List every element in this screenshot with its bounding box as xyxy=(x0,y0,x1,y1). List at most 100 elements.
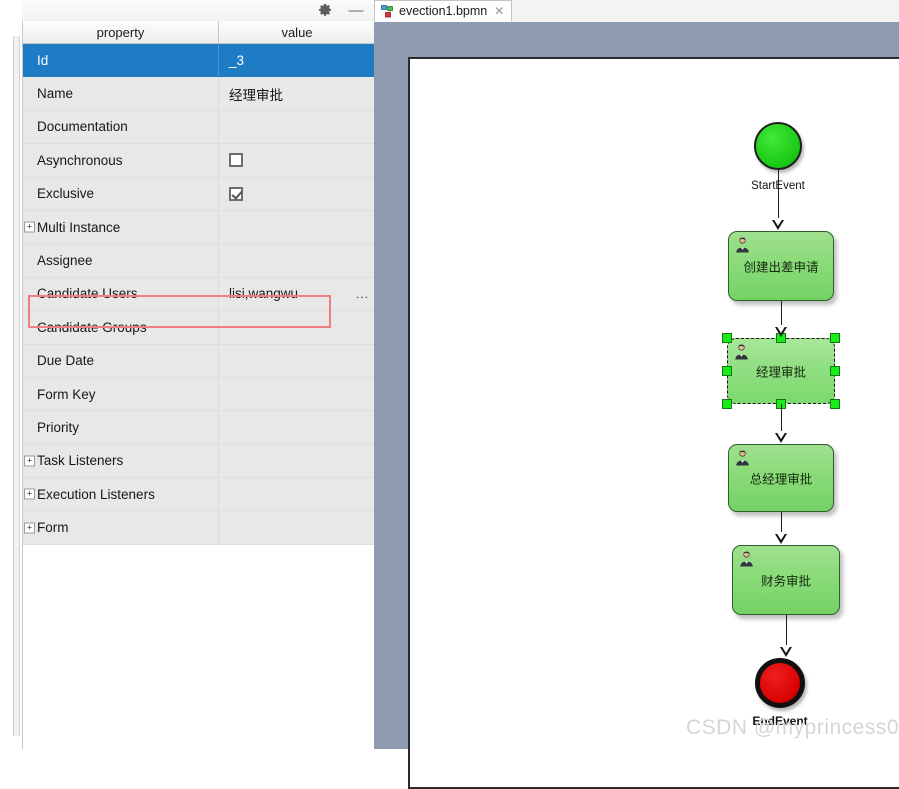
minimize-icon[interactable]: — xyxy=(348,3,364,19)
property-value[interactable] xyxy=(219,411,375,443)
tab-evection1-bpmn[interactable]: evection1.bpmn ✕ xyxy=(374,0,513,22)
expand-icon[interactable]: + xyxy=(24,488,35,500)
property-name: Documentation xyxy=(23,110,219,144)
expand-icon[interactable]: + xyxy=(24,522,35,534)
editor-area: evection1.bpmn ✕ StartEvent 创建出差申请经理审批总经理… xyxy=(374,0,899,789)
properties-view: — property value Id _3 Name 经理审批 Documentati… xyxy=(0,0,375,749)
bpmn-node-task3[interactable]: 总经理审批 xyxy=(728,444,834,512)
user-task-shape: 总经理审批 xyxy=(728,444,834,512)
tab-label: evection1.bpmn xyxy=(399,4,488,18)
bpmn-node-task2[interactable]: 经理审批 xyxy=(722,333,840,409)
property-name: Multi Instance xyxy=(23,210,219,244)
property-row-name[interactable]: Name 经理审批 xyxy=(23,77,375,111)
bpmn-diagram: StartEvent 创建出差申请经理审批总经理审批财务审批 EndEvent xyxy=(410,59,899,786)
property-value[interactable] xyxy=(219,478,375,510)
property-row-task-listeners[interactable]: + Task Listeners xyxy=(23,444,375,479)
property-row-execution-listeners[interactable]: + Execution Listeners xyxy=(23,478,375,512)
left-gutter xyxy=(0,0,23,749)
property-name: Priority xyxy=(23,411,219,444)
start-event-shape xyxy=(754,122,802,170)
selection-handle[interactable] xyxy=(722,333,732,343)
node-label: 经理审批 xyxy=(755,364,806,380)
property-name: Task Listeners xyxy=(23,444,219,478)
expand-icon[interactable]: + xyxy=(24,455,35,467)
properties-grid: property value Id _3 Name 经理审批 Documentation… xyxy=(22,21,375,749)
property-value[interactable]: _3 xyxy=(219,44,375,76)
arrow-head-icon xyxy=(775,431,787,443)
property-value[interactable] xyxy=(219,144,375,176)
property-name: Candidate Groups xyxy=(23,311,219,344)
bpmn-node-task4[interactable]: 财务审批 xyxy=(732,545,840,615)
arrow-head-icon xyxy=(775,532,787,544)
checkbox-checked-icon[interactable] xyxy=(229,186,243,201)
property-value[interactable] xyxy=(219,511,375,543)
properties-toolbar: — xyxy=(22,0,374,22)
watermark: CSDN @myprincess003 xyxy=(686,716,899,739)
selection-handle[interactable] xyxy=(722,399,732,409)
property-row-form[interactable]: + Form xyxy=(23,511,375,545)
arrow-head-icon xyxy=(775,325,787,337)
property-row-due-date[interactable]: Due Date xyxy=(23,344,375,378)
property-value[interactable] xyxy=(219,178,375,210)
arrow-head-icon xyxy=(772,218,784,230)
property-value[interactable] xyxy=(219,311,375,343)
property-row-asynchronous[interactable]: Asynchronous xyxy=(23,144,375,178)
property-name: Form Key xyxy=(23,377,219,411)
expand-icon[interactable]: + xyxy=(24,221,35,233)
selection-handle[interactable] xyxy=(830,366,840,376)
selection-handle[interactable] xyxy=(830,399,840,409)
property-row-priority[interactable]: Priority xyxy=(23,411,375,445)
selection-handle[interactable] xyxy=(722,366,732,376)
column-header-value[interactable]: value xyxy=(219,21,375,43)
diagram-canvas[interactable]: StartEvent 创建出差申请经理审批总经理审批财务审批 EndEvent xyxy=(408,57,899,789)
property-value[interactable] xyxy=(219,345,375,377)
property-value[interactable] xyxy=(219,244,375,276)
view-scrollbar[interactable] xyxy=(13,36,20,736)
property-value[interactable] xyxy=(219,211,375,243)
column-header-property[interactable]: property xyxy=(23,21,219,43)
end-event-shape xyxy=(755,658,805,708)
property-row-multi-instance[interactable]: + Multi Instance xyxy=(23,210,375,245)
property-row-candidate-groups[interactable]: Candidate Groups xyxy=(23,311,375,345)
property-value[interactable]: 经理审批 xyxy=(219,77,375,109)
editor-tabbar: evection1.bpmn ✕ xyxy=(374,0,899,23)
node-label: 总经理审批 xyxy=(749,471,813,487)
property-row-candidate-users[interactable]: Candidate Users lisi,wangwu... xyxy=(23,277,375,312)
arrow-head-icon xyxy=(780,645,792,657)
node-label: 财务审批 xyxy=(760,573,811,589)
user-task-icon xyxy=(738,550,755,567)
grid-header-row: property value xyxy=(23,21,375,44)
bpmn-node-endevent[interactable]: EndEvent xyxy=(752,658,808,728)
property-value[interactable] xyxy=(219,111,375,143)
property-name: Exclusive xyxy=(23,177,219,210)
bpmn-node-task1[interactable]: 创建出差申请 xyxy=(728,231,834,301)
user-task-shape: 经理审批 xyxy=(727,338,835,404)
property-name: Asynchronous xyxy=(23,144,219,177)
gear-icon[interactable] xyxy=(318,3,334,19)
property-row-form-key[interactable]: Form Key xyxy=(23,377,375,412)
property-value[interactable] xyxy=(219,445,375,477)
property-row-documentation[interactable]: Documentation xyxy=(23,110,375,145)
open-editor-button[interactable]: ... xyxy=(356,288,369,300)
app-root: — property value Id _3 Name 经理审批 Documentati… xyxy=(0,0,899,789)
flow-line xyxy=(778,170,780,223)
property-row-id[interactable]: Id _3 xyxy=(23,44,375,78)
checkbox-unchecked-icon[interactable] xyxy=(229,153,243,168)
property-row-assignee[interactable]: Assignee xyxy=(23,244,375,278)
user-task-icon xyxy=(733,343,750,360)
grid-body: Id _3 Name 经理审批 Documentation Asynchronous Exc… xyxy=(23,44,375,545)
bpmn-node-startevent[interactable]: StartEvent xyxy=(751,122,805,192)
user-task-icon xyxy=(734,236,751,253)
property-name: Form xyxy=(23,511,219,544)
selection-handle[interactable] xyxy=(830,333,840,343)
property-name: Execution Listeners xyxy=(23,478,219,511)
property-name: Name xyxy=(23,77,219,110)
canvas-background[interactable]: StartEvent 创建出差申请经理审批总经理审批财务审批 EndEvent xyxy=(374,22,899,789)
user-task-icon xyxy=(734,449,751,466)
property-value[interactable] xyxy=(219,378,375,410)
user-task-shape: 财务审批 xyxy=(732,545,840,615)
close-icon[interactable]: ✕ xyxy=(494,4,504,18)
property-name: Assignee xyxy=(23,244,219,277)
property-value[interactable]: lisi,wangwu xyxy=(219,278,375,310)
property-row-exclusive[interactable]: Exclusive xyxy=(23,177,375,211)
